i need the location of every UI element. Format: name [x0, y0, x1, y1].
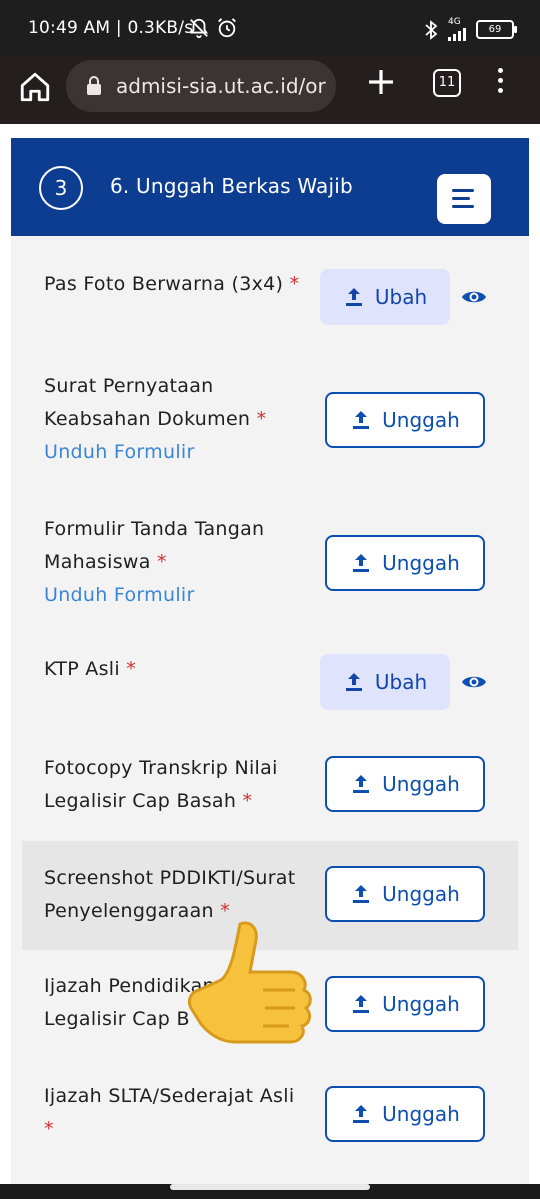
upload-button[interactable]: Unggah: [325, 1086, 485, 1142]
more-menu-icon[interactable]: [494, 68, 506, 98]
document-label-text: Legalisir Cap B: [44, 1008, 190, 1030]
upload-icon: [353, 411, 370, 429]
upload-icon: [345, 288, 362, 306]
section-menu-button[interactable]: [437, 174, 491, 224]
upload-icon: [353, 554, 370, 572]
upload-icon: [353, 1105, 370, 1123]
signal-icon: 4G: [448, 18, 466, 41]
upload-icon: [353, 885, 370, 903]
bluetooth-icon: [425, 19, 438, 40]
button-label: Unggah: [382, 408, 460, 432]
status-time-speed: 10:49 AM | 0.3KB/s: [28, 18, 194, 38]
upload-icon: [353, 995, 370, 1013]
document-label-text: Pas Foto Berwarna (3x4): [44, 273, 284, 295]
new-tab-icon[interactable]: [365, 66, 397, 98]
address-bar[interactable]: admisi-sia.ut.ac.id/or: [66, 60, 336, 112]
alarm-icon: [218, 18, 236, 38]
status-time: 10:49 AM: [28, 18, 111, 38]
bell-off-icon: [189, 18, 209, 39]
url-text: admisi-sia.ut.ac.id/or: [116, 74, 326, 98]
button-label: Ubah: [374, 285, 428, 309]
document-label: Pas Foto Berwarna (3x4) *: [44, 268, 299, 301]
document-row: Surat Pernyataan Keabsahan Dokumen * Und…: [22, 358, 518, 493]
button-label: Unggah: [382, 551, 460, 575]
document-label: KTP Asli *: [44, 653, 136, 686]
thumbs-up-icon: [187, 921, 312, 1044]
home-icon[interactable]: [18, 70, 52, 104]
document-label-text: Keabsahan Dokumen: [44, 408, 251, 430]
status-right-icons: 4G 69: [424, 18, 517, 41]
upload-button[interactable]: Unggah: [325, 756, 485, 812]
document-label-text: Formulir Tanda Tangan: [44, 518, 265, 540]
document-row: Fotocopy Transkrip Nilai Legalisir Cap B…: [22, 748, 518, 848]
status-bar: 10:49 AM | 0.3KB/s 4G 69: [0, 0, 540, 56]
button-label: Ubah: [374, 670, 428, 694]
upload-button[interactable]: Unggah: [325, 976, 485, 1032]
required-mark: *: [44, 1118, 54, 1140]
status-left-icons: [188, 17, 238, 39]
change-button[interactable]: Ubah: [320, 269, 450, 325]
required-mark: *: [126, 658, 137, 680]
document-label-text: Mahasiswa: [44, 551, 151, 573]
button-label: Unggah: [382, 772, 460, 796]
upload-button[interactable]: Unggah: [325, 535, 485, 591]
document-label-text: Screenshot PDDIKTI/Surat: [44, 867, 296, 889]
button-label: Unggah: [382, 992, 460, 1016]
battery-indicator: 69: [476, 20, 517, 39]
document-label: Ijazah SLTA/Sederajat Asli *: [44, 1080, 294, 1146]
change-button[interactable]: Ubah: [320, 654, 450, 710]
download-form-link[interactable]: Unduh Formulir: [44, 436, 266, 469]
required-mark: *: [157, 551, 167, 573]
section-title: 6. Unggah Berkas Wajib: [110, 174, 353, 198]
gesture-bar: [170, 1184, 370, 1190]
status-speed: 0.3KB/s: [127, 18, 194, 38]
section-header: 3 6. Unggah Berkas Wajib: [11, 138, 529, 236]
eye-icon[interactable]: [461, 288, 487, 306]
document-label-text: Ijazah SLTA/Sederajat Asli: [44, 1085, 295, 1107]
network-type: 4G: [448, 17, 461, 27]
eye-icon[interactable]: [461, 673, 487, 691]
button-label: Unggah: [382, 882, 460, 906]
button-label: Unggah: [382, 1102, 460, 1126]
document-label: Surat Pernyataan Keabsahan Dokumen * Und…: [44, 370, 266, 469]
document-row: Ijazah SLTA/Sederajat Asli * Unggah: [22, 1070, 518, 1184]
document-label-text: Legalisir Cap Basah: [44, 790, 237, 812]
tab-switcher-button[interactable]: 11: [433, 69, 461, 97]
step-number: 3: [39, 166, 83, 210]
document-row: Formulir Tanda Tangan Mahasiswa * Unduh …: [22, 501, 518, 636]
download-form-link[interactable]: Unduh Formulir: [44, 579, 264, 612]
required-mark: *: [256, 408, 267, 430]
upload-button[interactable]: Unggah: [325, 866, 485, 922]
document-row: Pas Foto Berwarna (3x4) * Ubah: [22, 248, 518, 348]
document-label-text: KTP Asli: [44, 658, 120, 680]
document-label-text: Fotocopy Transkrip Nilai: [44, 757, 278, 779]
upload-icon: [353, 775, 370, 793]
document-row: KTP Asli * Ubah: [22, 643, 518, 743]
lock-icon: [87, 76, 101, 95]
document-label-text: Surat Pernyataan: [44, 375, 214, 397]
upload-button[interactable]: Unggah: [325, 392, 485, 448]
document-label: Fotocopy Transkrip Nilai Legalisir Cap B…: [44, 752, 278, 818]
upload-icon: [345, 673, 362, 691]
required-mark: *: [289, 273, 300, 295]
required-mark: *: [242, 790, 253, 812]
browser-toolbar: admisi-sia.ut.ac.id/or 11: [0, 56, 540, 124]
document-label: Formulir Tanda Tangan Mahasiswa * Unduh …: [44, 513, 264, 612]
